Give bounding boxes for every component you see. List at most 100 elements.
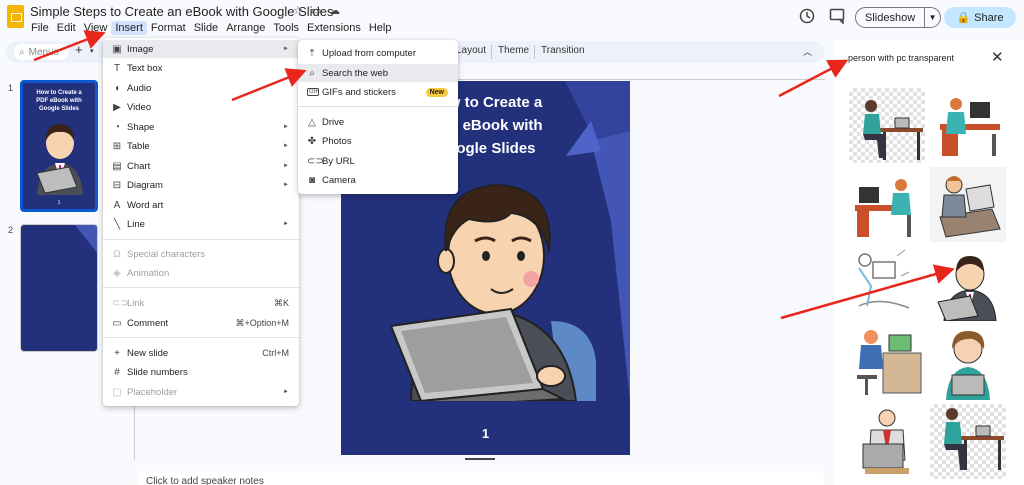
menu-slide[interactable]: Slide (190, 21, 222, 35)
submenu-arrow-icon: ► (283, 221, 289, 227)
collapse-toolbar-icon[interactable]: ︿ (803, 45, 812, 58)
search-result-image[interactable] (849, 88, 925, 163)
move-folder-icon[interactable]: ▭ (311, 4, 321, 17)
search-result-image[interactable] (849, 325, 925, 400)
search-result-image[interactable] (849, 167, 925, 242)
photos-item[interactable]: ✤ Photos (298, 132, 458, 150)
drive-item[interactable]: △ Drive (298, 113, 458, 131)
layout-button[interactable]: Layout (456, 45, 486, 56)
shape-icon: ◔ (113, 121, 121, 133)
item-label: GIFs and stickers (322, 86, 396, 98)
by-url-item[interactable]: ⊂⊃ By URL (298, 152, 458, 170)
search-result-image[interactable] (930, 325, 1006, 400)
lock-icon: 🔒 (956, 12, 971, 24)
chevron-down-icon[interactable]: ▾ (90, 47, 94, 55)
slides-logo[interactable] (7, 5, 24, 28)
insert-animation-item: ◈ Animation (103, 264, 299, 282)
star-icon[interactable]: ☆ (293, 4, 303, 17)
menu-divider (298, 106, 458, 107)
menu-help[interactable]: Help (365, 21, 396, 35)
new-slide-plus-icon[interactable]: + (75, 42, 83, 57)
drive-icon: △ (308, 116, 316, 128)
search-icon: ⌕ (309, 67, 315, 79)
insert-table-item[interactable]: ⊞ Table ► (103, 137, 299, 155)
thumb-title: How to Create a PDF eBook with Google Sl… (36, 90, 82, 112)
word-art-icon: A (113, 199, 121, 211)
insert-chart-item[interactable]: ▤ Chart ► (103, 157, 299, 175)
item-label: By URL (322, 155, 355, 167)
search-the-web-item[interactable]: ⌕ Search the web (298, 64, 458, 82)
insert-new-slide-item[interactable]: + New slide Ctrl+M (103, 344, 299, 362)
slide-decoration (75, 225, 97, 253)
upload-from-computer-item[interactable]: ⤒ Upload from computer (298, 44, 458, 62)
item-label: New slide (127, 347, 169, 359)
share-button[interactable]: 🔒 Share (944, 7, 1016, 28)
document-title[interactable]: Simple Steps to Create an eBook with Goo… (30, 4, 334, 19)
title-icons: ☆ ▭ ☁ (293, 4, 340, 17)
gif-icon: GIF (307, 88, 319, 96)
search-icon: ⌕ (19, 46, 25, 58)
search-query[interactable]: person with pc transparent (848, 53, 954, 63)
share-label: Share (974, 11, 1004, 24)
insert-audio-item[interactable]: ◖ Audio (103, 79, 299, 97)
upload-icon: ⤒ (309, 47, 315, 59)
menu-format[interactable]: Format (147, 21, 190, 35)
insert-placeholder-item: ▢ Placeholder ► (103, 383, 299, 401)
slideshow-label[interactable]: Slideshow (856, 12, 924, 24)
search-result-image[interactable] (930, 246, 1006, 321)
insert-shape-item[interactable]: ◔ Shape ► (103, 118, 299, 136)
link-icon: ⊂⊃ (307, 155, 324, 167)
menu-view[interactable]: View (80, 21, 112, 35)
notes-resize-handle[interactable] (465, 458, 495, 460)
insert-diagram-item[interactable]: ⊟ Diagram ► (103, 176, 299, 194)
insert-word-art-item[interactable]: A Word art (103, 196, 299, 214)
item-label: Table (127, 140, 150, 152)
submenu-arrow-icon: ► (283, 46, 289, 52)
menu-arrange[interactable]: Arrange (222, 21, 269, 35)
search-result-image[interactable] (930, 88, 1006, 163)
insert-video-item[interactable]: ▶ Video (103, 98, 299, 116)
insert-slide-numbers-item[interactable]: # Slide numbers (103, 363, 299, 381)
animation-icon: ◈ (113, 267, 121, 279)
item-label: Image (127, 43, 154, 55)
close-icon[interactable]: ✕ (991, 48, 1004, 66)
item-shortcut: ⌘+Option+M (235, 317, 289, 328)
insert-image-item[interactable]: ▣ Image ► (103, 40, 299, 58)
menu-insert[interactable]: Insert (111, 21, 147, 35)
insert-text-box-item[interactable]: T Text box (103, 59, 299, 77)
businessman-laptop-illustration (391, 183, 596, 401)
search-result-image[interactable] (849, 246, 925, 321)
search-result-image[interactable] (930, 404, 1006, 479)
slideshow-button[interactable]: Slideshow ▼ (855, 7, 941, 28)
slide-thumbnail-2[interactable] (20, 224, 98, 352)
camera-item[interactable]: ◙ Camera (298, 171, 458, 189)
menus-search-input[interactable]: ⌕ Menus (14, 44, 69, 60)
slide-thumb-number: 1 (8, 83, 14, 93)
submenu-arrow-icon: ► (283, 182, 289, 188)
insert-comment-item[interactable]: ▭ Comment ⌘+Option+M (103, 314, 299, 332)
item-label: Upload from computer (322, 47, 416, 59)
theme-button[interactable]: Theme (498, 45, 529, 56)
audio-icon: ◖ (113, 82, 121, 94)
comments-icon[interactable] (829, 8, 846, 27)
menu-file[interactable]: File (27, 21, 53, 35)
photos-icon: ✤ (307, 135, 317, 147)
speaker-notes[interactable]: Click to add speaker notes (138, 471, 824, 485)
item-label: Drive (322, 116, 345, 128)
gifs-and-stickers-item[interactable]: GIF GIFs and stickers New (298, 83, 458, 101)
item-label: Diagram (127, 179, 163, 191)
cloud-status-icon[interactable]: ☁ (329, 4, 340, 17)
video-icon: ▶ (113, 101, 121, 113)
menu-tools[interactable]: Tools (269, 21, 303, 35)
menu-extensions[interactable]: Extensions (303, 21, 365, 35)
search-result-image[interactable] (849, 404, 925, 479)
slide-numbers-icon: # (114, 366, 120, 378)
slide-thumbnail-1[interactable]: How to Create a PDF eBook with Google Sl… (20, 80, 98, 212)
menu-edit[interactable]: Edit (53, 21, 80, 35)
search-result-image[interactable] (930, 167, 1006, 242)
chevron-down-icon[interactable]: ▼ (924, 8, 940, 27)
item-label: Slide numbers (127, 366, 188, 378)
insert-line-item[interactable]: ╲ Line ► (103, 215, 299, 233)
version-history-icon[interactable] (798, 7, 816, 28)
transition-button[interactable]: Transition (541, 45, 585, 56)
